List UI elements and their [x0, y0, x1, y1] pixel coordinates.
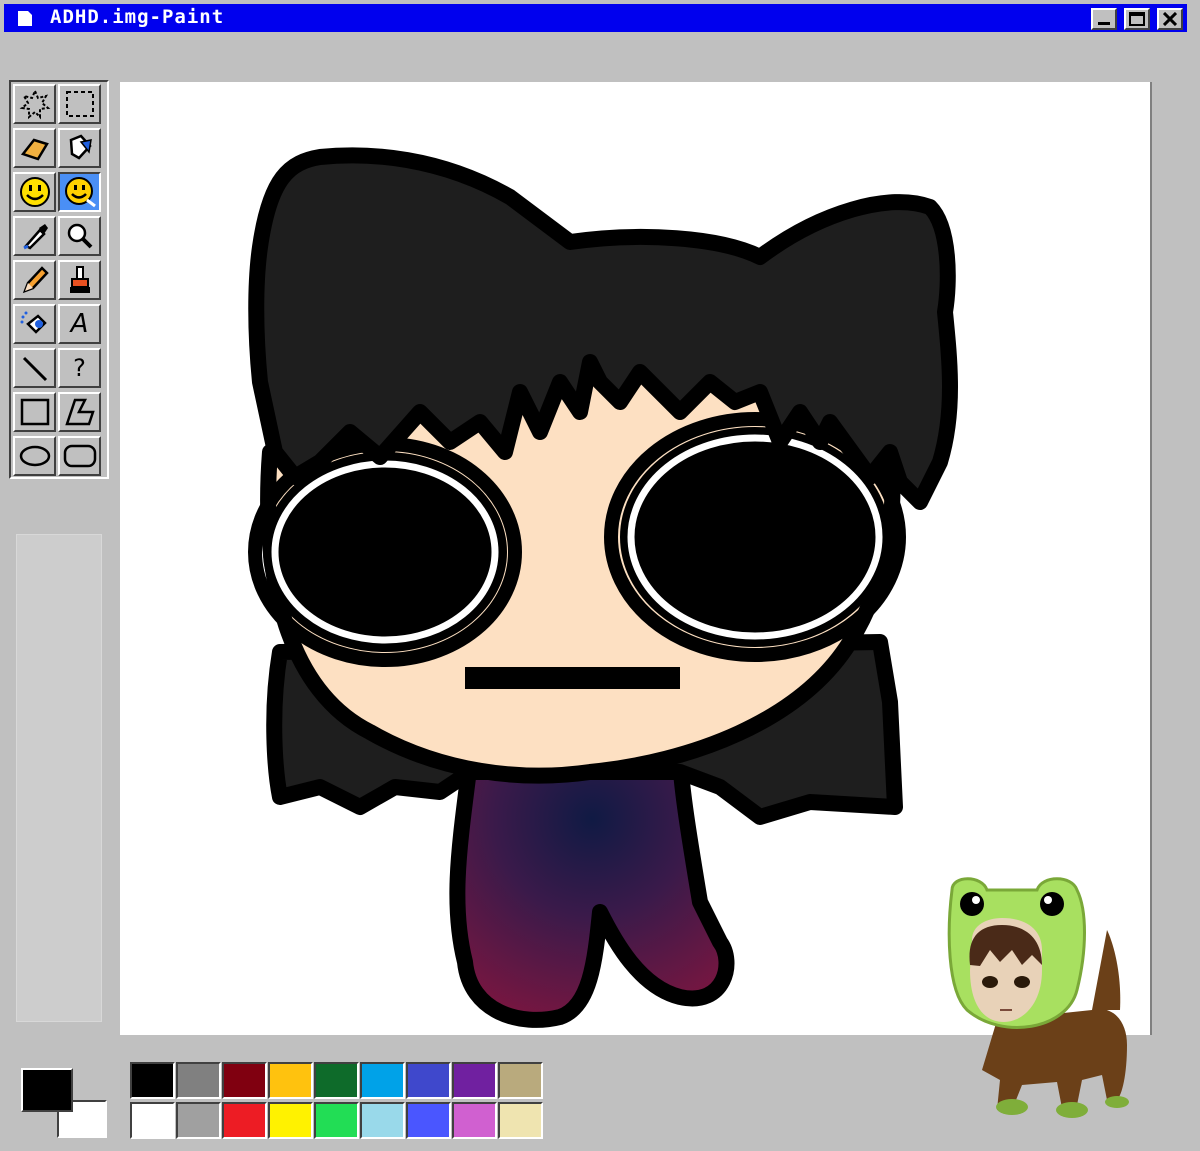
brush-icon	[69, 266, 90, 293]
tool-curve[interactable]: ?	[58, 348, 101, 388]
palette-color-bottom-3[interactable]	[268, 1102, 313, 1139]
tool-eraser[interactable]	[13, 128, 56, 168]
palette-color-bottom-5[interactable]	[360, 1102, 405, 1139]
tool-smiley[interactable]	[13, 172, 56, 212]
frog-dog-sticker	[947, 877, 1129, 1118]
body-shape	[449, 744, 735, 1028]
palette-color-top-7[interactable]	[452, 1062, 497, 1099]
palette-color-bottom-0[interactable]	[130, 1102, 175, 1139]
tool-ellipse[interactable]	[13, 436, 56, 476]
eyedropper-icon	[22, 224, 48, 250]
tool-text[interactable]: A	[58, 304, 101, 344]
window-title: ADHD.img-Paint	[50, 6, 225, 28]
curve-icon: ?	[73, 354, 86, 382]
palette-color-top-1[interactable]	[176, 1062, 221, 1099]
foreground-color-swatch[interactable]	[21, 1068, 73, 1112]
fill-bucket-icon	[69, 134, 92, 160]
smiley-sticker-icon	[64, 177, 96, 208]
tool-airbrush[interactable]	[13, 304, 56, 344]
rectangle-icon	[20, 398, 49, 426]
minimize-button[interactable]	[1091, 8, 1117, 30]
rect-select-icon	[65, 91, 94, 117]
eraser-icon	[20, 138, 49, 161]
color-palette	[130, 1062, 545, 1142]
palette-color-bottom-1[interactable]	[176, 1102, 221, 1139]
tool-rectangle[interactable]	[13, 392, 56, 432]
palette-color-top-4[interactable]	[314, 1062, 359, 1099]
polygon-icon	[64, 398, 95, 426]
palette-color-top-5[interactable]	[360, 1062, 405, 1099]
palette-color-bottom-2[interactable]	[222, 1102, 267, 1139]
close-icon	[1163, 12, 1177, 26]
magnifier-icon	[67, 223, 92, 249]
tool-options-panel[interactable]	[16, 534, 102, 1022]
current-colors	[15, 1062, 112, 1142]
text-icon: A	[70, 309, 89, 339]
palette-color-bottom-4[interactable]	[314, 1102, 359, 1139]
title-bar: ADHD.img-Paint	[4, 4, 1187, 32]
pencil-icon	[22, 266, 49, 294]
star-select-icon	[19, 88, 50, 120]
maximize-icon	[1129, 12, 1145, 26]
palette-color-top-2[interactable]	[222, 1062, 267, 1099]
tool-fill[interactable]	[58, 128, 101, 168]
tool-brush[interactable]	[58, 260, 101, 300]
tool-smiley-alt[interactable]	[58, 172, 101, 212]
palette-color-top-0[interactable]	[130, 1062, 175, 1099]
tool-pencil[interactable]	[13, 260, 56, 300]
tool-polygon[interactable]	[58, 392, 101, 432]
minimize-icon	[1098, 22, 1110, 25]
tool-rounded-rectangle[interactable]	[58, 436, 101, 476]
smiley-icon	[19, 177, 50, 207]
palette-color-bottom-7[interactable]	[452, 1102, 497, 1139]
mouth	[465, 667, 680, 689]
ellipse-icon	[19, 445, 50, 467]
tool-select[interactable]	[58, 84, 101, 124]
palette-color-top-3[interactable]	[268, 1062, 313, 1099]
document-icon	[18, 11, 32, 26]
close-button[interactable]	[1157, 8, 1183, 30]
palette-color-top-8[interactable]	[498, 1062, 543, 1099]
toolbox: A ?	[9, 80, 109, 479]
airbrush-icon	[20, 311, 47, 334]
tool-free-select[interactable]	[13, 84, 56, 124]
rounded-rect-icon	[63, 444, 96, 468]
line-icon	[22, 356, 47, 382]
maximize-button[interactable]	[1124, 8, 1150, 30]
palette-color-top-6[interactable]	[406, 1062, 451, 1099]
palette-color-bottom-6[interactable]	[406, 1102, 451, 1139]
tool-color-picker[interactable]	[13, 216, 56, 256]
palette-color-bottom-8[interactable]	[498, 1102, 543, 1139]
tool-magnifier[interactable]	[58, 216, 101, 256]
tool-line[interactable]	[13, 348, 56, 388]
